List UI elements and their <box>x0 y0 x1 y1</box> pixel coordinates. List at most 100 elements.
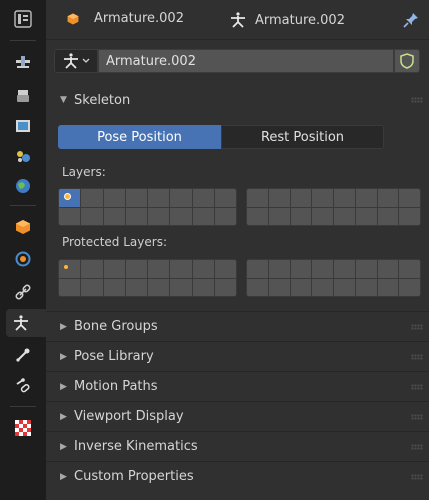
protected-layers-label: Protected Layers: <box>62 235 167 249</box>
protected-layer-toggle[interactable] <box>399 260 420 278</box>
layer-toggle[interactable] <box>81 189 103 207</box>
bone-icon[interactable] <box>8 341 38 369</box>
layer-toggle[interactable] <box>268 189 290 207</box>
protected-layer-toggle[interactable] <box>355 260 377 278</box>
physics-icon[interactable] <box>8 245 38 273</box>
protected-layer-toggle[interactable] <box>334 278 355 296</box>
custom-properties-panel-header[interactable]: ▶ Custom Properties <box>46 461 429 491</box>
protected-layer-toggle[interactable] <box>192 278 214 296</box>
protected-layer-toggle[interactable] <box>125 260 147 278</box>
layer-toggle[interactable] <box>355 207 377 225</box>
rest-position-button[interactable]: Rest Position <box>221 125 384 149</box>
layer-toggle[interactable] <box>170 207 192 225</box>
protected-layer-toggle[interactable] <box>268 278 290 296</box>
protected-layer-toggle[interactable] <box>399 278 420 296</box>
layer-toggle[interactable] <box>377 189 399 207</box>
drag-grip-icon[interactable] <box>411 97 423 103</box>
protected-layer-toggle[interactable] <box>377 260 399 278</box>
layer-toggle[interactable] <box>355 189 377 207</box>
layer-toggle[interactable] <box>192 189 214 207</box>
protected-layer-toggle[interactable] <box>148 278 170 296</box>
layer-toggle[interactable] <box>148 207 170 225</box>
protected-layer-toggle[interactable] <box>103 260 125 278</box>
layer-toggle[interactable] <box>59 189 81 207</box>
object-icon[interactable] <box>8 213 38 241</box>
protected-layer-toggle[interactable] <box>268 260 290 278</box>
layer-toggle[interactable] <box>377 207 399 225</box>
motion-paths-panel-header[interactable]: ▶ Motion Paths <box>46 371 429 401</box>
layer-toggle[interactable] <box>268 207 290 225</box>
render-icon[interactable] <box>8 82 38 110</box>
protected-layer-toggle[interactable] <box>81 260 103 278</box>
protected-layer-toggle[interactable] <box>59 260 81 278</box>
protected-layer-toggle[interactable] <box>334 260 355 278</box>
layer-toggle[interactable] <box>59 207 81 225</box>
pose-position-button[interactable]: Pose Position <box>58 125 221 149</box>
layer-toggle[interactable] <box>125 189 147 207</box>
protected-layer-toggle[interactable] <box>170 260 192 278</box>
pose-library-panel-header[interactable]: ▶ Pose Library <box>46 341 429 371</box>
layer-toggle[interactable] <box>170 189 192 207</box>
bone-constraint-icon[interactable] <box>8 372 38 400</box>
layer-toggle[interactable] <box>247 189 268 207</box>
panel-title: Bone Groups <box>74 319 158 334</box>
protected-layer-toggle[interactable] <box>170 278 192 296</box>
layer-toggle[interactable] <box>290 207 312 225</box>
protected-layer-toggle[interactable] <box>355 278 377 296</box>
protected-layer-toggle[interactable] <box>247 260 268 278</box>
protected-layer-toggle[interactable] <box>59 278 81 296</box>
layer-toggle[interactable] <box>125 207 147 225</box>
layer-toggle[interactable] <box>192 207 214 225</box>
skeleton-panel-header[interactable]: ▼ Skeleton <box>46 85 429 115</box>
object-constraint-icon[interactable] <box>8 278 38 306</box>
layer-toggle[interactable] <box>103 189 125 207</box>
protected-layer-toggle[interactable] <box>247 278 268 296</box>
drag-grip-icon[interactable] <box>411 384 423 390</box>
pin-icon[interactable] <box>401 10 421 30</box>
protected-layer-toggle[interactable] <box>148 260 170 278</box>
layer-toggle[interactable] <box>290 189 312 207</box>
layer-toggle[interactable] <box>214 207 236 225</box>
layer-toggle[interactable] <box>81 207 103 225</box>
protected-layer-toggle[interactable] <box>192 260 214 278</box>
layer-toggle[interactable] <box>312 189 333 207</box>
drag-grip-icon[interactable] <box>411 444 423 450</box>
editor-type-icon[interactable] <box>8 5 38 33</box>
layer-toggle[interactable] <box>399 207 420 225</box>
viewport-display-panel-header[interactable]: ▶ Viewport Display <box>46 401 429 431</box>
protected-layer-toggle[interactable] <box>312 278 333 296</box>
inverse-kinematics-panel-header[interactable]: ▶ Inverse Kinematics <box>46 431 429 461</box>
protected-layer-toggle[interactable] <box>214 260 236 278</box>
tool-icon[interactable] <box>8 48 38 76</box>
layer-toggle[interactable] <box>334 207 355 225</box>
layer-toggle[interactable] <box>334 189 355 207</box>
layer-toggle[interactable] <box>148 189 170 207</box>
protected-layer-toggle[interactable] <box>290 260 312 278</box>
layer-toggle[interactable] <box>247 207 268 225</box>
protected-layer-toggle[interactable] <box>81 278 103 296</box>
drag-grip-icon[interactable] <box>411 474 423 480</box>
datablock-name-field[interactable]: Armature.002 <box>98 49 394 73</box>
protected-layer-toggle[interactable] <box>377 278 399 296</box>
protected-layer-toggle[interactable] <box>125 278 147 296</box>
protected-layer-toggle[interactable] <box>214 278 236 296</box>
armature-data-icon[interactable] <box>6 309 46 337</box>
bone-groups-panel-header[interactable]: ▶ Bone Groups <box>46 311 429 341</box>
protected-layer-toggle[interactable] <box>312 260 333 278</box>
drag-grip-icon[interactable] <box>411 324 423 330</box>
texture-icon[interactable] <box>8 414 38 442</box>
fake-user-button[interactable] <box>394 49 420 73</box>
view-layer-icon[interactable] <box>8 142 38 170</box>
layer-toggle[interactable] <box>399 189 420 207</box>
drag-grip-icon[interactable] <box>411 414 423 420</box>
layers-grid-right <box>246 188 421 226</box>
output-icon[interactable] <box>8 112 38 140</box>
drag-grip-icon[interactable] <box>411 354 423 360</box>
layer-toggle[interactable] <box>312 207 333 225</box>
protected-layer-toggle[interactable] <box>103 278 125 296</box>
layer-toggle[interactable] <box>103 207 125 225</box>
datablock-browse-button[interactable] <box>54 49 98 73</box>
layer-toggle[interactable] <box>214 189 236 207</box>
world-icon[interactable] <box>8 172 38 200</box>
protected-layer-toggle[interactable] <box>290 278 312 296</box>
